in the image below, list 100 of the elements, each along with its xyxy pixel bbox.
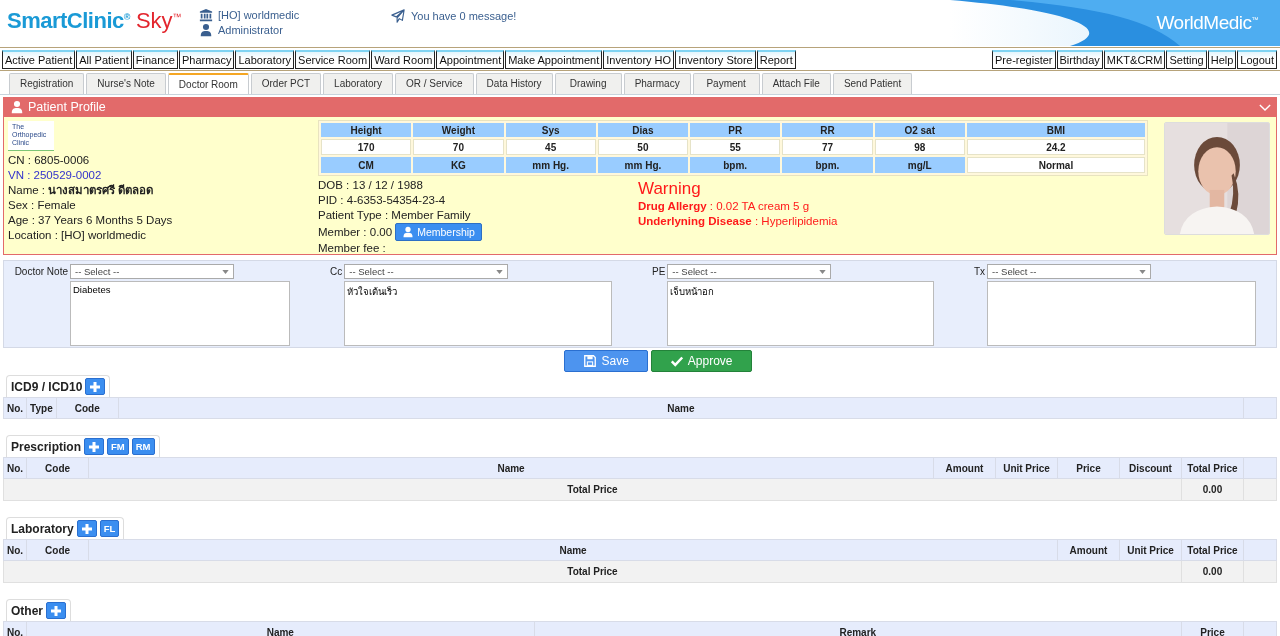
menu-item[interactable]: All Patient — [76, 50, 132, 69]
branch-name: [HO] worldmedic — [218, 9, 300, 21]
caret-icon — [222, 269, 229, 274]
vital-unit: mg/L — [874, 157, 965, 173]
menu-item[interactable]: Make Appointment — [505, 50, 603, 69]
column-header: Price — [1057, 457, 1120, 479]
menu-item[interactable]: Laboratory — [235, 50, 295, 69]
patient-info: Age : 37 Years 6 Months 5 Days — [8, 213, 174, 228]
add-button[interactable] — [46, 602, 66, 619]
member-fee: Member fee : — [318, 241, 387, 256]
vital-value: 70 — [413, 139, 504, 155]
vital-header: Sys — [505, 123, 596, 137]
menu-item[interactable]: Setting — [1166, 50, 1207, 69]
vital-header: Weight — [413, 123, 504, 137]
column-header: No. — [3, 397, 27, 419]
vital-header: PR — [690, 123, 781, 137]
vital-header: RR — [782, 123, 873, 137]
menu-item[interactable]: Inventory HO — [603, 50, 675, 69]
tab[interactable]: Attach File — [761, 73, 831, 94]
menu-item[interactable]: Pre-register — [992, 50, 1056, 69]
user-icon — [199, 23, 213, 37]
tab[interactable]: Doctor Room — [167, 73, 249, 94]
select-field[interactable]: -- Select -- — [667, 264, 832, 279]
total-label: Total Price — [3, 560, 1182, 583]
menu-item[interactable]: Help — [1207, 50, 1237, 69]
caret-icon — [819, 269, 827, 274]
patient-info: Name : นางสมาตรศรี ดีตลอด — [8, 183, 155, 198]
patient-detail: DOB : 13 / 12 / 1988 — [318, 178, 424, 193]
vital-header: BMI — [966, 123, 1145, 137]
tab[interactable]: Send Patient — [832, 73, 913, 94]
bank-icon — [199, 8, 213, 22]
select-field[interactable]: -- Select -- — [70, 264, 234, 279]
tab[interactable]: Data History — [475, 73, 553, 94]
menu-item[interactable]: MKT&CRM — [1103, 50, 1166, 69]
tab[interactable]: Laboratory — [323, 73, 393, 94]
add-button[interactable] — [85, 378, 106, 395]
add-button[interactable] — [76, 520, 97, 537]
menu-item[interactable]: Logout — [1237, 50, 1277, 69]
message-text[interactable]: You have 0 message! — [411, 10, 517, 22]
plus-icon — [80, 522, 93, 535]
menu-item[interactable]: Service Room — [295, 50, 371, 69]
vital-value: 45 — [505, 139, 596, 155]
column-header: Type — [26, 397, 57, 419]
menu-item[interactable]: Finance — [132, 50, 178, 69]
vital-unit: KG — [413, 157, 504, 173]
column-header: Price — [1181, 621, 1244, 636]
column-header: Amount — [1057, 539, 1120, 561]
text-area[interactable]: หัวใจเต้นเร็ว — [344, 281, 612, 346]
vital-unit: mm Hg. — [597, 157, 689, 173]
tab[interactable]: Nurse's Note — [86, 73, 166, 94]
logo-name: SmartClinic$^{®}$ — [7, 8, 130, 34]
note-label: Tx — [974, 265, 986, 279]
caret-icon — [496, 269, 504, 274]
patient-detail: Patient Type : Member Family — [318, 208, 472, 223]
column-header: Code — [26, 457, 89, 479]
column-header: Discount — [1119, 457, 1182, 479]
tab[interactable]: Pharmacy — [623, 73, 691, 94]
menu-item[interactable]: Appointment — [436, 50, 505, 69]
vital-value: 55 — [690, 139, 781, 155]
chevron-icon[interactable] — [1259, 102, 1271, 112]
column-header: Name — [88, 539, 1058, 561]
menu-item[interactable]: Ward Room — [371, 50, 436, 69]
menu-item[interactable]: Pharmacy — [178, 50, 235, 69]
member-balance: Member : 0.00 — [318, 224, 393, 240]
patient-detail: PID : 4-6353-54354-23-4 — [318, 193, 447, 208]
column-header: No. — [3, 539, 27, 561]
column-header: Unit Price — [995, 457, 1058, 479]
menu-item[interactable]: Inventory Store — [675, 50, 756, 69]
column-header: Total Price — [1181, 539, 1244, 561]
vital-value: 77 — [782, 139, 873, 155]
column-header: Remark — [534, 621, 1182, 636]
tab[interactable]: Drawing — [554, 73, 622, 94]
tab[interactable]: OR / Service — [394, 73, 474, 94]
section-title: Prescription — [11, 439, 82, 454]
menu-item[interactable]: Report — [756, 50, 796, 69]
plus-icon — [50, 604, 62, 617]
paper-plane-icon — [391, 9, 405, 23]
text-area[interactable]: เจ็บหน้าอก — [667, 281, 934, 346]
text-area[interactable]: Diabetes — [70, 281, 290, 346]
section-title: Other — [11, 603, 43, 618]
tab[interactable]: Registration — [9, 73, 85, 94]
header-banner: WorldMedic$^{™}$ — [950, 0, 1280, 46]
section-title: Laboratory — [11, 521, 74, 536]
user-icon — [402, 226, 415, 238]
select-field[interactable]: -- Select -- — [987, 264, 1152, 279]
tab[interactable]: Payment — [692, 73, 760, 94]
menu-item[interactable]: Birthday — [1056, 50, 1103, 69]
warning-text: Underlyning Disease : Hyperlipidemia — [638, 214, 838, 229]
vital-value: 50 — [597, 139, 689, 155]
menu-item[interactable]: Active Patient — [2, 50, 76, 69]
column-header: Name — [88, 457, 934, 479]
plus-icon — [88, 440, 101, 453]
vital-unit: bpm. — [690, 157, 781, 173]
column-header: Name — [118, 397, 1244, 419]
note-label: Cc — [330, 265, 343, 279]
add-button[interactable] — [84, 438, 105, 455]
column-header: No. — [3, 621, 27, 636]
user-name: Administrator — [218, 24, 283, 36]
tab[interactable]: Order PCT — [250, 73, 322, 94]
select-field[interactable]: -- Select -- — [344, 264, 509, 279]
